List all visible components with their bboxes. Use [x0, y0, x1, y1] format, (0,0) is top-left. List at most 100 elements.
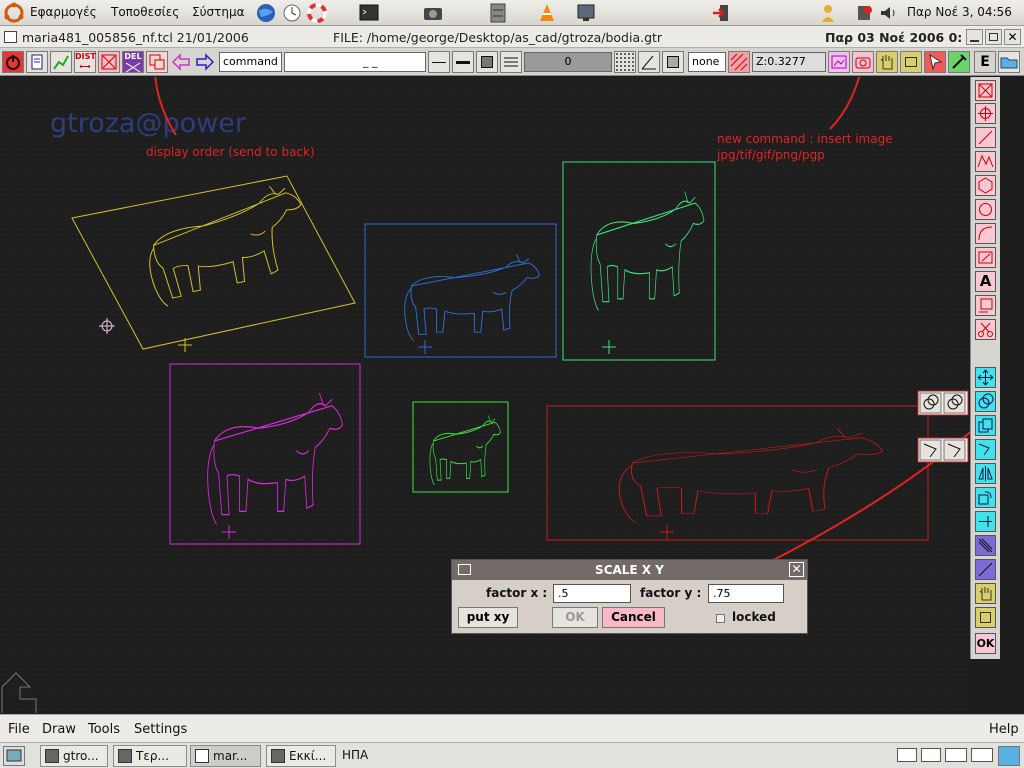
text-tool-button[interactable]: A — [975, 271, 996, 292]
grid-toggle-icon[interactable] — [614, 51, 636, 73]
task-launch[interactable]: Εκκί... — [266, 745, 336, 767]
ubuntu-logo-icon[interactable] — [3, 2, 25, 24]
volume-icon[interactable] — [878, 2, 900, 24]
panel-clock[interactable]: Παρ Νοέ 3, 04:56 — [907, 5, 1012, 19]
maximize-button[interactable] — [985, 29, 1002, 45]
thin-line-icon[interactable] — [428, 51, 450, 73]
mirror-icon[interactable] — [975, 463, 996, 484]
image-red-cow[interactable] — [546, 405, 929, 541]
keyboard-layout[interactable]: ΗΠΑ — [342, 748, 368, 762]
network-alert-icon[interactable] — [853, 2, 875, 24]
drawing-canvas[interactable]: gtroza@power display order (send to back… — [0, 77, 970, 713]
vlc-cone-icon[interactable] — [536, 2, 558, 24]
erase-icon[interactable] — [98, 51, 120, 73]
cancel-button[interactable]: Cancel — [602, 607, 665, 628]
linetype-field[interactable]: none — [688, 52, 726, 72]
erase-box-icon[interactable] — [975, 80, 996, 101]
block-insert-icon[interactable] — [975, 295, 996, 316]
file-cabinet-icon[interactable] — [487, 2, 509, 24]
polyline-icon[interactable] — [975, 151, 996, 172]
dimension-icon[interactable] — [975, 247, 996, 268]
close-window-button[interactable]: ✕ — [1004, 29, 1021, 45]
snap-box-icon[interactable] — [662, 51, 684, 73]
layers-icon[interactable] — [500, 51, 522, 73]
factor-y-input[interactable]: .75 — [708, 584, 784, 603]
scale-icon[interactable] — [975, 391, 996, 412]
move-icon[interactable] — [975, 367, 996, 388]
user-avatar-icon[interactable] — [817, 2, 839, 24]
tools-icon[interactable] — [948, 51, 970, 73]
circle-tool-icon[interactable] — [975, 199, 996, 220]
menu-draw[interactable]: Draw — [42, 722, 76, 737]
thick-line-icon[interactable] — [452, 51, 474, 73]
arc-tool-icon[interactable] — [975, 223, 996, 244]
trim-icon[interactable] — [975, 511, 996, 532]
pointer-arrow-icon[interactable] — [924, 51, 946, 73]
terminal-launcher-icon[interactable] — [358, 2, 380, 24]
polygon-icon[interactable] — [975, 175, 996, 196]
image-blue-cow[interactable] — [364, 223, 557, 358]
image-frame-icon[interactable] — [828, 51, 850, 73]
image-magenta-cow[interactable] — [169, 363, 361, 545]
web-browser-icon[interactable] — [255, 2, 277, 24]
workspace-4[interactable] — [971, 748, 993, 762]
edit-e-button[interactable]: E — [974, 51, 996, 73]
task-gtroza[interactable]: gtro... — [40, 745, 108, 767]
show-desktop-icon[interactable] — [3, 746, 25, 766]
put-xy-button[interactable]: put xy — [458, 607, 518, 628]
insert-image-camera-icon[interactable] — [852, 51, 874, 73]
system-menu[interactable]: Σύστημα — [192, 5, 245, 19]
window-menu-icon[interactable] — [4, 31, 17, 43]
pan-tool-icon[interactable] — [975, 583, 996, 604]
fill-box-icon[interactable] — [476, 51, 498, 73]
dialog-close-button[interactable]: ✕ — [789, 562, 804, 577]
factor-x-input[interactable]: .5 — [553, 584, 631, 603]
ok-confirm-button[interactable]: OK — [975, 633, 996, 654]
delete-button[interactable]: DEL — [122, 51, 144, 73]
clock-app-icon[interactable] — [281, 2, 303, 24]
places-menu[interactable]: Τοποθεσίες — [111, 5, 179, 19]
workspace-1[interactable] — [897, 748, 917, 762]
menu-file[interactable]: File — [8, 722, 30, 737]
zoom-window-icon[interactable] — [975, 607, 996, 628]
monitor-app-icon[interactable] — [575, 2, 597, 24]
ok-button[interactable]: OK — [552, 607, 598, 628]
workspace-2[interactable] — [921, 748, 941, 762]
point-icon[interactable] — [975, 103, 996, 124]
workspace-3[interactable] — [945, 748, 967, 762]
help-lifebuoy-icon[interactable] — [306, 2, 328, 24]
undo-arrow-icon[interactable] — [170, 51, 192, 73]
scissors-icon[interactable] — [975, 319, 996, 340]
image-lime-cow[interactable] — [412, 401, 509, 493]
menu-settings[interactable]: Settings — [134, 722, 187, 737]
minimize-button[interactable] — [966, 29, 983, 45]
folder-icon[interactable] — [998, 51, 1020, 73]
graph-icon[interactable] — [50, 51, 72, 73]
command-input[interactable]: _ _ — [284, 52, 426, 72]
screenshot-camera-icon[interactable] — [422, 2, 444, 24]
line-tool-icon[interactable] — [975, 127, 996, 148]
window-select-icon[interactable] — [900, 51, 922, 73]
redo-arrow-icon[interactable] — [194, 51, 216, 73]
command-field[interactable]: command — [219, 52, 282, 72]
hatch-icon[interactable] — [728, 51, 750, 73]
new-file-icon[interactable] — [26, 51, 48, 73]
offset-line-icon[interactable] — [975, 559, 996, 580]
copy-icon[interactable] — [975, 415, 996, 436]
hatch-lines-icon[interactable] — [975, 535, 996, 556]
counter-field[interactable]: 0 — [524, 52, 612, 72]
distance-button[interactable]: DIST ⟷ — [74, 51, 96, 73]
task-maria[interactable]: mar... — [190, 745, 261, 767]
power-off-icon[interactable] — [2, 51, 24, 73]
display-order-icon[interactable] — [146, 51, 168, 73]
pan-hand-icon[interactable] — [876, 51, 898, 73]
stretch-tool-icon[interactable] — [975, 439, 996, 460]
menu-help[interactable]: Help — [989, 722, 1019, 737]
menu-tools[interactable]: Tools — [88, 722, 120, 737]
angle-icon[interactable] — [638, 51, 660, 73]
task-terminal[interactable]: Τερ... — [113, 745, 187, 767]
dialog-menu-icon[interactable] — [458, 564, 471, 575]
locked-checkbox[interactable] — [716, 614, 725, 623]
rotate-icon[interactable] — [975, 487, 996, 508]
trash-icon[interactable] — [998, 746, 1020, 766]
